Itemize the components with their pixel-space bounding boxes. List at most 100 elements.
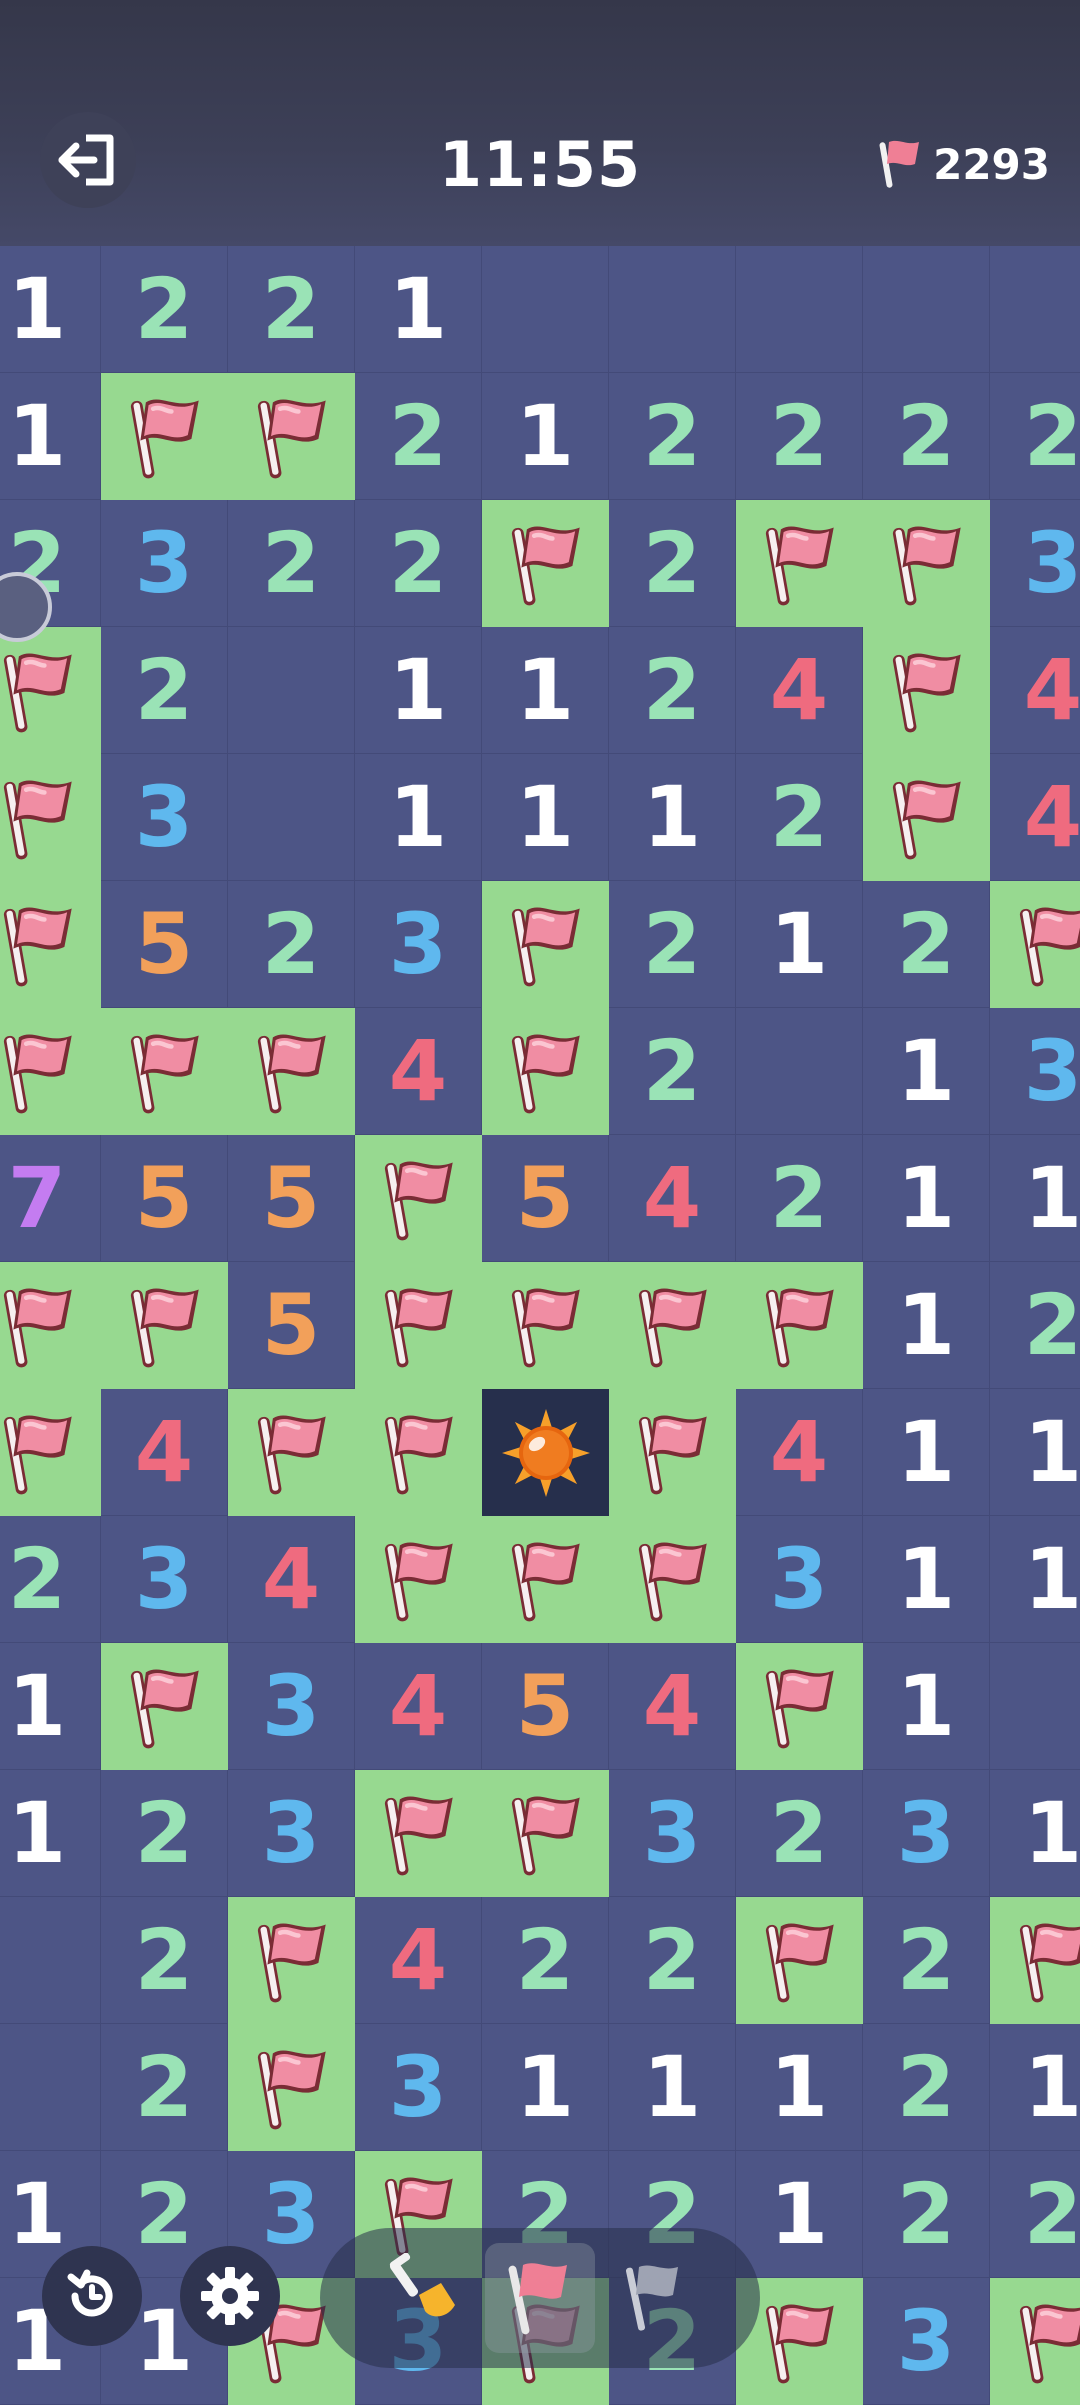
board-cell[interactable]: 4 bbox=[355, 1008, 482, 1135]
flagged-cell[interactable] bbox=[863, 500, 990, 627]
flagged-cell[interactable] bbox=[355, 1389, 482, 1516]
board-cell[interactable]: 1 bbox=[609, 2024, 736, 2151]
flagged-cell[interactable] bbox=[736, 500, 863, 627]
flagged-cell[interactable] bbox=[990, 881, 1080, 1008]
flagged-cell[interactable] bbox=[482, 881, 609, 1008]
board-cell[interactable]: 2 bbox=[101, 1897, 228, 2024]
flagged-cell[interactable] bbox=[609, 1516, 736, 1643]
board-cell[interactable]: 4 bbox=[736, 627, 863, 754]
flagged-cell[interactable] bbox=[863, 754, 990, 881]
board-cell[interactable]: 2 bbox=[736, 1770, 863, 1897]
board-cell[interactable]: 5 bbox=[228, 1262, 355, 1389]
board-cell[interactable]: 2 bbox=[609, 627, 736, 754]
board-cell[interactable]: 3 bbox=[609, 1770, 736, 1897]
board-cell[interactable]: 2 bbox=[736, 754, 863, 881]
board-cell[interactable]: 3 bbox=[101, 500, 228, 627]
board-cell[interactable]: 2 bbox=[609, 1897, 736, 2024]
board-cell[interactable]: 1 bbox=[736, 2024, 863, 2151]
board-cell[interactable] bbox=[0, 1897, 101, 2024]
board-cell[interactable]: 1 bbox=[355, 246, 482, 373]
flagged-cell[interactable] bbox=[0, 1262, 101, 1389]
board-cell[interactable]: 2 bbox=[863, 2024, 990, 2151]
flagged-cell[interactable] bbox=[228, 1389, 355, 1516]
flagged-cell[interactable] bbox=[228, 1897, 355, 2024]
board-cell[interactable]: 1 bbox=[990, 1770, 1080, 1897]
board-cell[interactable]: 1 bbox=[0, 373, 101, 500]
flagged-cell[interactable] bbox=[228, 373, 355, 500]
board-cell[interactable]: 3 bbox=[101, 1516, 228, 1643]
board-cell[interactable]: 5 bbox=[101, 1135, 228, 1262]
board-cell[interactable]: 2 bbox=[0, 1516, 101, 1643]
flagged-cell[interactable] bbox=[863, 627, 990, 754]
board-cell[interactable]: 2 bbox=[990, 2151, 1080, 2278]
board-cell[interactable]: 1 bbox=[863, 1516, 990, 1643]
board-cell[interactable]: 2 bbox=[101, 246, 228, 373]
flagged-cell[interactable] bbox=[0, 754, 101, 881]
flagged-cell[interactable] bbox=[228, 1008, 355, 1135]
board-cell[interactable]: 4 bbox=[609, 1135, 736, 1262]
board-cell[interactable]: 2 bbox=[101, 1770, 228, 1897]
board-cell[interactable]: 2 bbox=[609, 1008, 736, 1135]
board-cell[interactable]: 1 bbox=[482, 2024, 609, 2151]
board-cell[interactable]: 4 bbox=[990, 627, 1080, 754]
flagged-cell[interactable] bbox=[0, 627, 101, 754]
board-cell[interactable]: 2 bbox=[228, 881, 355, 1008]
flagged-cell[interactable] bbox=[0, 1008, 101, 1135]
flagged-cell[interactable] bbox=[0, 881, 101, 1008]
board-cell[interactable]: 5 bbox=[482, 1643, 609, 1770]
board-cell[interactable]: 2 bbox=[482, 1897, 609, 2024]
board-cell[interactable] bbox=[0, 2024, 101, 2151]
board-cell[interactable]: 2 bbox=[101, 627, 228, 754]
flagged-cell[interactable] bbox=[990, 2278, 1080, 2405]
board-cell[interactable]: 2 bbox=[736, 373, 863, 500]
board-cell[interactable]: 4 bbox=[101, 1389, 228, 1516]
board-cell[interactable]: 1 bbox=[609, 754, 736, 881]
flagged-cell[interactable] bbox=[228, 2024, 355, 2151]
flagged-cell[interactable] bbox=[482, 1516, 609, 1643]
board-cell[interactable]: 4 bbox=[990, 754, 1080, 881]
board-cell[interactable]: 2 bbox=[355, 373, 482, 500]
board-cell[interactable]: 2 bbox=[863, 1897, 990, 2024]
board-cell[interactable]: 1 bbox=[990, 2024, 1080, 2151]
board-cell[interactable]: 1 bbox=[863, 1262, 990, 1389]
board-cell[interactable]: 2 bbox=[355, 500, 482, 627]
board-cell[interactable]: 1 bbox=[0, 1643, 101, 1770]
board-cell[interactable]: 2 bbox=[990, 1262, 1080, 1389]
flagged-cell[interactable] bbox=[482, 500, 609, 627]
flagged-cell[interactable] bbox=[355, 1516, 482, 1643]
flagged-cell[interactable] bbox=[736, 1897, 863, 2024]
board-cell[interactable]: 2 bbox=[228, 246, 355, 373]
flagged-cell[interactable] bbox=[736, 1643, 863, 1770]
board-cell[interactable]: 3 bbox=[101, 754, 228, 881]
board-cell[interactable] bbox=[736, 1008, 863, 1135]
board-cell[interactable]: 1 bbox=[482, 627, 609, 754]
board-cell[interactable] bbox=[736, 246, 863, 373]
board-cell[interactable]: 3 bbox=[736, 1516, 863, 1643]
board-cell[interactable]: 1 bbox=[990, 1389, 1080, 1516]
board-cell[interactable] bbox=[228, 627, 355, 754]
board-cell[interactable]: 1 bbox=[863, 1389, 990, 1516]
board-cell[interactable]: 1 bbox=[0, 246, 101, 373]
board-cell[interactable]: 1 bbox=[863, 1008, 990, 1135]
board-cell[interactable]: 3 bbox=[355, 2024, 482, 2151]
board-cell[interactable]: 3 bbox=[990, 500, 1080, 627]
board-cell[interactable]: 5 bbox=[482, 1135, 609, 1262]
board-cell[interactable]: 2 bbox=[990, 373, 1080, 500]
board-cell[interactable]: 2 bbox=[736, 1135, 863, 1262]
board-cell[interactable]: 1 bbox=[355, 754, 482, 881]
selected-cell[interactable] bbox=[482, 1389, 609, 1516]
mark-tool-button[interactable] bbox=[600, 2243, 710, 2353]
board-cell[interactable]: 4 bbox=[609, 1643, 736, 1770]
board-cell[interactable]: 4 bbox=[355, 1643, 482, 1770]
board-cell[interactable] bbox=[990, 246, 1080, 373]
board-cell[interactable]: 5 bbox=[101, 881, 228, 1008]
board-cell[interactable]: 3 bbox=[990, 1008, 1080, 1135]
board-cell[interactable]: 1 bbox=[736, 881, 863, 1008]
board-cell[interactable]: 1 bbox=[863, 1135, 990, 1262]
dig-tool-button[interactable] bbox=[370, 2238, 480, 2348]
flagged-cell[interactable] bbox=[355, 1770, 482, 1897]
board-cell[interactable]: 1 bbox=[863, 1643, 990, 1770]
flagged-cell[interactable] bbox=[101, 373, 228, 500]
board-cell[interactable]: 1 bbox=[355, 627, 482, 754]
board-cell[interactable]: 2 bbox=[228, 500, 355, 627]
